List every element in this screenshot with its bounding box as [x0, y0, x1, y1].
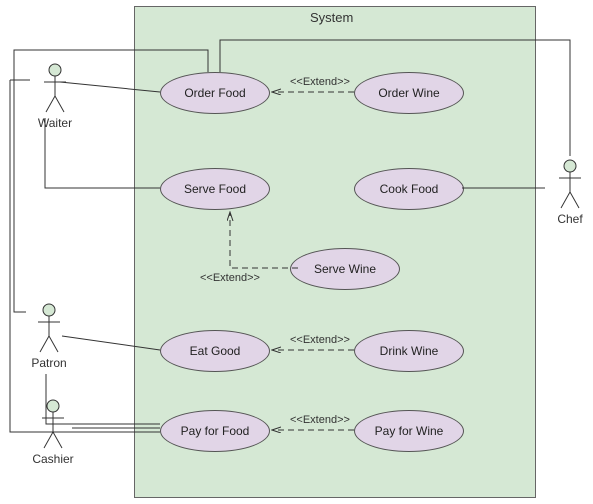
usecase-pay-for-food: Pay for Food [160, 410, 270, 452]
system-title: System [310, 10, 353, 25]
actor-label: Cashier [28, 452, 78, 466]
actor-icon [34, 302, 64, 354]
usecase-order-wine: Order Wine [354, 72, 464, 114]
actor-label: Chef [545, 212, 593, 226]
stereotype-extend: <<Extend>> [290, 334, 350, 346]
actor-icon [555, 158, 585, 210]
usecase-eat-good: Eat Good [160, 330, 270, 372]
usecase-serve-wine: Serve Wine [290, 248, 400, 290]
stereotype-extend: <<Extend>> [200, 272, 260, 284]
actor-patron: Patron [24, 302, 74, 370]
actor-chef: Chef [545, 158, 593, 226]
stereotype-extend: <<Extend>> [290, 414, 350, 426]
usecase-drink-wine: Drink Wine [354, 330, 464, 372]
actor-label: Waiter [30, 116, 80, 130]
usecase-cook-food: Cook Food [354, 168, 464, 210]
actor-icon [38, 398, 68, 450]
usecase-serve-food: Serve Food [160, 168, 270, 210]
usecase-pay-for-wine: Pay for Wine [354, 410, 464, 452]
actor-icon [40, 62, 70, 114]
actor-label: Patron [24, 356, 74, 370]
stereotype-extend: <<Extend>> [290, 76, 350, 88]
usecase-order-food: Order Food [160, 72, 270, 114]
actor-cashier: Cashier [28, 398, 78, 466]
actor-waiter: Waiter [30, 62, 80, 130]
